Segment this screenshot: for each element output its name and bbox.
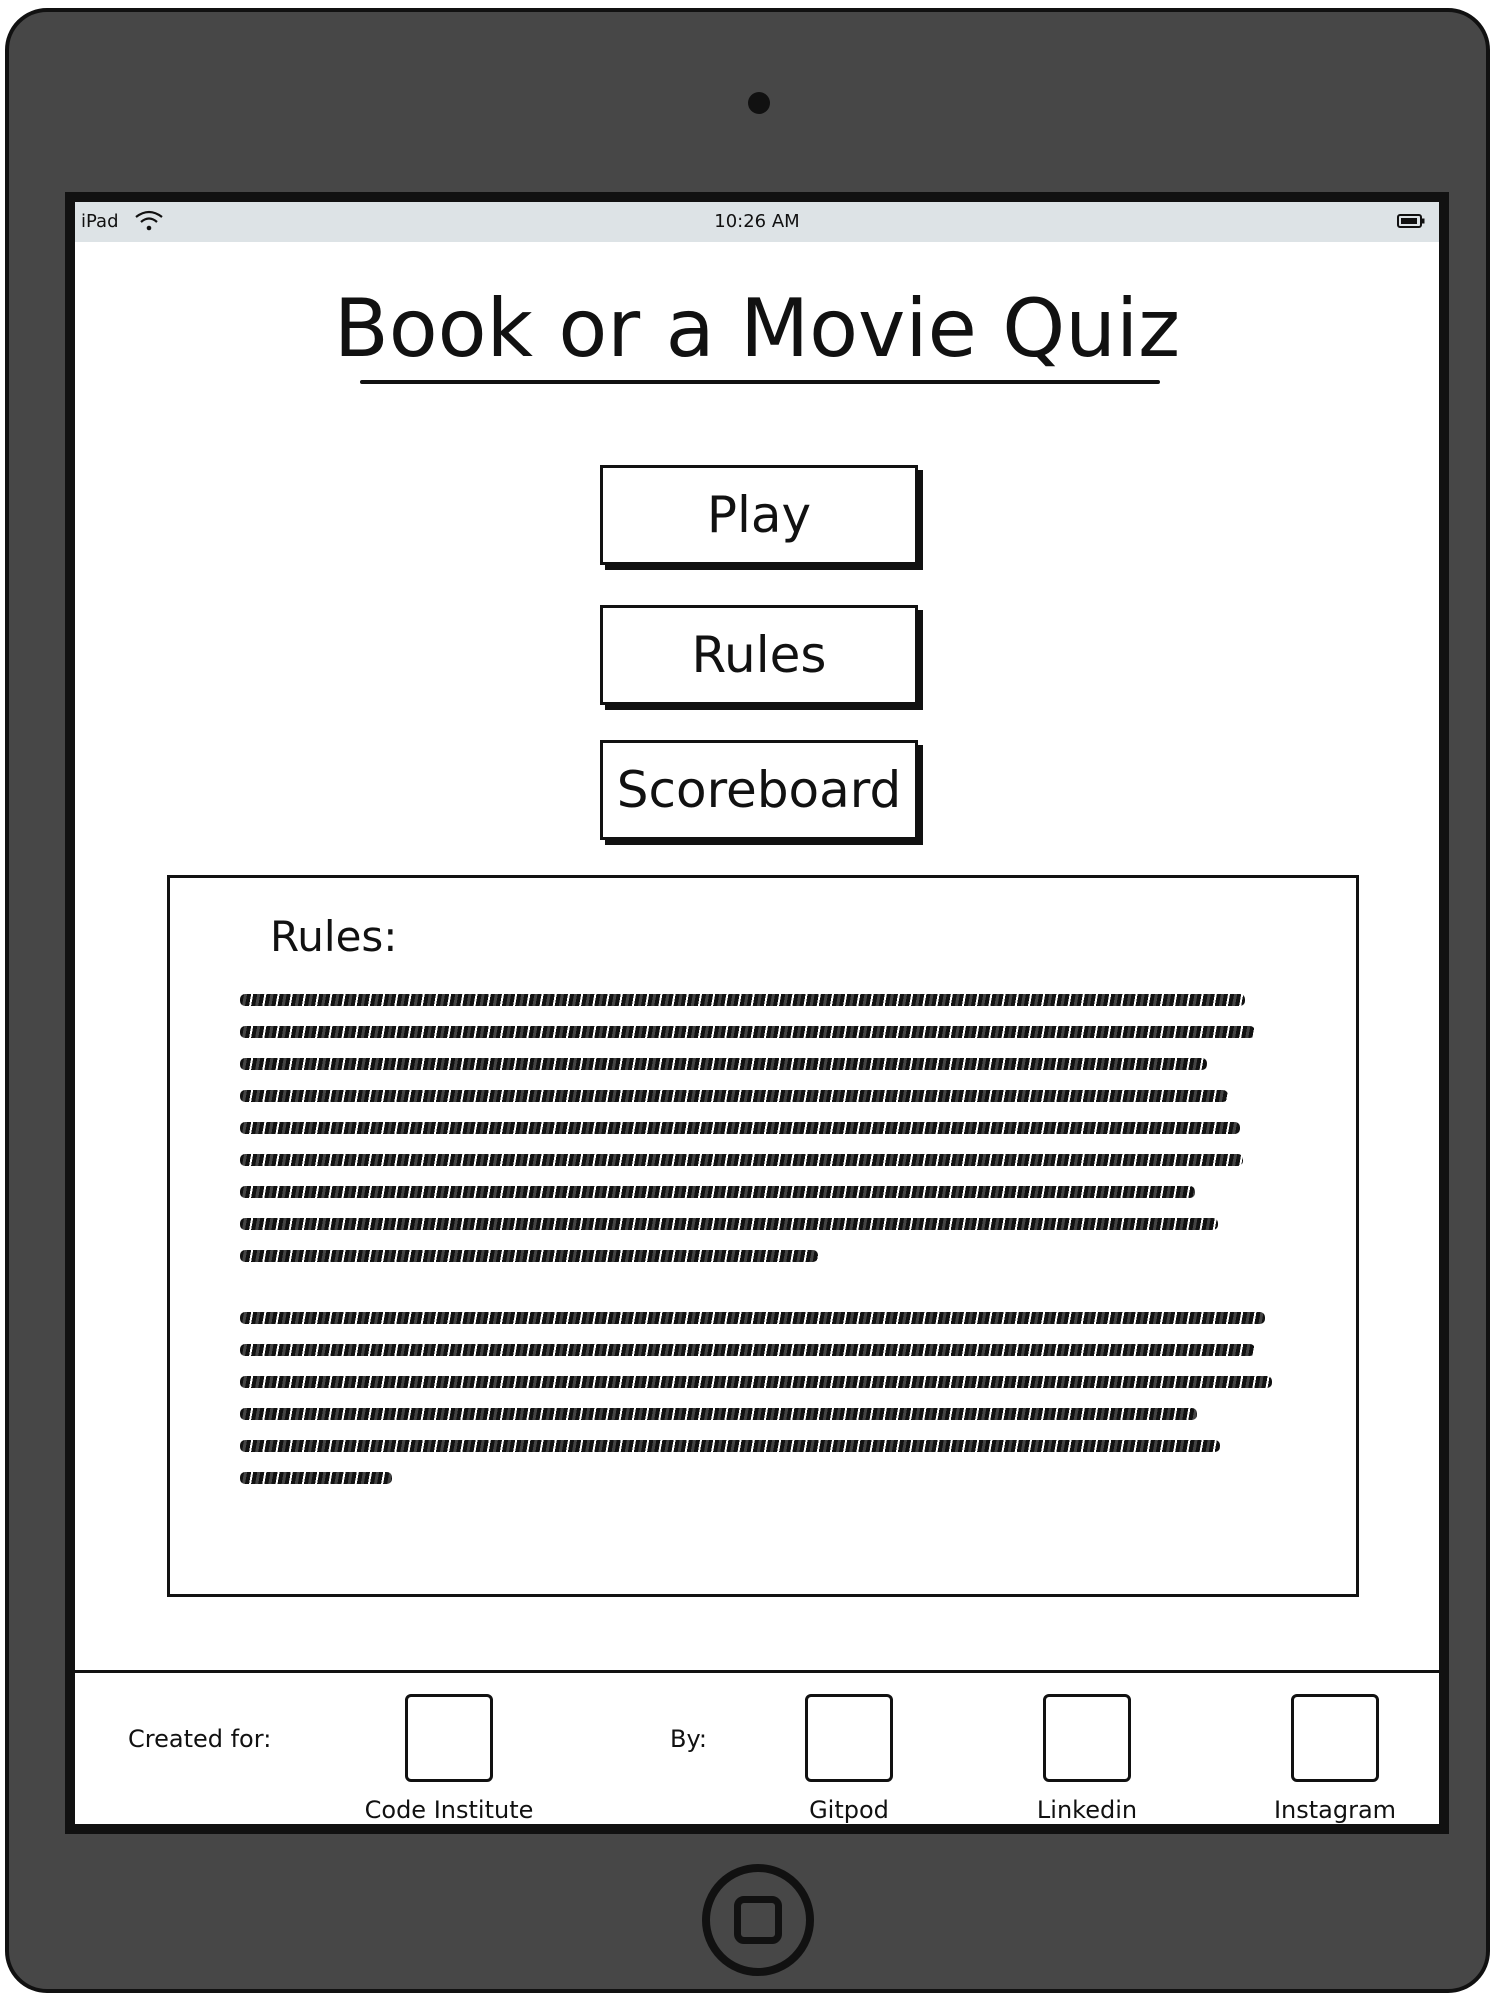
text-line-placeholder (240, 1472, 392, 1484)
text-line-placeholder (240, 1154, 1243, 1166)
linkedin-link[interactable]: Linkedin (977, 1796, 1197, 1824)
rules-paragraph-2 (240, 1312, 1272, 1504)
instagram-link[interactable]: Instagram (1225, 1796, 1439, 1824)
text-line-placeholder (240, 1122, 1240, 1134)
footer-divider (75, 1670, 1439, 1673)
rules-panel: Rules: (167, 875, 1359, 1597)
ipad-frame: iPad 10:26 AM Book or a Movie Quiz Play … (5, 8, 1490, 1993)
play-button[interactable]: Play (600, 465, 918, 565)
rules-heading: Rules: (270, 912, 398, 961)
text-line-placeholder (240, 1090, 1228, 1102)
page-title: Book or a Movie Quiz (333, 282, 1181, 375)
text-line-placeholder (240, 1344, 1255, 1356)
text-line-placeholder (240, 1026, 1255, 1038)
instagram-logo-placeholder[interactable] (1291, 1694, 1379, 1782)
camera-icon (748, 92, 770, 114)
text-line-placeholder (240, 1408, 1197, 1420)
home-button-square-icon (734, 1896, 782, 1944)
gitpod-logo-placeholder[interactable] (805, 1694, 893, 1782)
text-line-placeholder (240, 1312, 1265, 1324)
linkedin-logo-placeholder[interactable] (1043, 1694, 1131, 1782)
text-line-placeholder (240, 994, 1245, 1006)
text-line-placeholder (240, 1440, 1220, 1452)
text-line-placeholder (240, 1376, 1272, 1388)
text-line-placeholder (240, 1186, 1195, 1198)
title-underline (360, 380, 1160, 384)
battery-icon (1397, 214, 1425, 228)
by-label: By: (670, 1725, 708, 1753)
code-institute-link[interactable]: Code Institute (339, 1796, 559, 1824)
rules-button[interactable]: Rules (600, 605, 918, 705)
gitpod-link[interactable]: Gitpod (739, 1796, 959, 1824)
screen: iPad 10:26 AM Book or a Movie Quiz Play … (65, 192, 1449, 1834)
status-time: 10:26 AM (714, 211, 800, 232)
text-line-placeholder (240, 1058, 1207, 1070)
text-line-placeholder (240, 1218, 1218, 1230)
rules-paragraph-1 (240, 994, 1255, 1282)
created-for-label: Created for: (128, 1725, 272, 1753)
text-line-placeholder (240, 1250, 818, 1262)
scoreboard-button[interactable]: Scoreboard (600, 740, 918, 840)
home-button[interactable] (702, 1864, 814, 1976)
status-bar: iPad 10:26 AM (75, 202, 1439, 242)
code-institute-logo-placeholder[interactable] (405, 1694, 493, 1782)
